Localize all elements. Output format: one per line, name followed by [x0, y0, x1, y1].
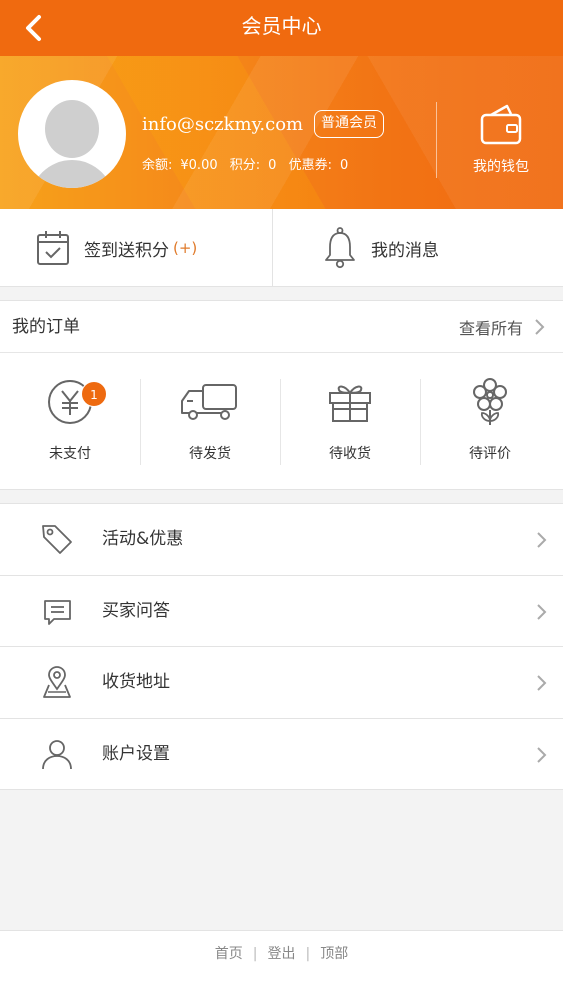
coupons-value: 0 — [339, 158, 349, 173]
wallet-label: 我的钱包 — [473, 159, 529, 175]
tag-icon — [42, 525, 72, 554]
wallet-button[interactable]: 我的钱包 — [455, 102, 547, 182]
points-label: 积分: — [229, 158, 261, 173]
balance-value: ¥0.00 — [180, 158, 218, 173]
chevron-right-icon — [537, 603, 547, 620]
bell-icon — [325, 227, 355, 269]
view-all-orders-link[interactable]: 查看所有 — [459, 301, 549, 353]
account-stats: 余额: ¥0.00 积分: 0 优惠券: 0 — [142, 154, 356, 173]
checkin-plus: (+) — [173, 239, 198, 257]
order-unpaid-label: 未支付 — [49, 446, 91, 462]
menu-item-qa[interactable]: 买家问答 — [0, 576, 563, 647]
chat-icon — [44, 599, 71, 625]
footer-separator: | — [252, 946, 258, 962]
menu-item-label: 收货地址 — [102, 672, 170, 692]
header-divider — [436, 102, 437, 178]
calendar-check-icon — [37, 231, 69, 265]
chevron-right-icon — [535, 319, 545, 335]
messages-label: 我的消息 — [371, 240, 439, 261]
unpaid-count-badge: 1 — [81, 381, 107, 407]
avatar-head-shape — [45, 100, 99, 158]
footer-separator: | — [305, 946, 311, 962]
order-to-review-label: 待评价 — [469, 446, 511, 462]
footer-logout-link[interactable]: 登出 — [268, 946, 296, 962]
footer-home-link[interactable]: 首页 — [215, 946, 243, 962]
checkin-label: 签到送积分 — [84, 240, 169, 261]
order-status-grid: 1 未支付 待发货 待收货 待评价 — [0, 353, 563, 490]
view-all-label: 查看所有 — [458, 319, 523, 338]
location-icon — [43, 666, 71, 698]
footer: 首页 | 登出 | 顶部 — [0, 930, 563, 1000]
order-unpaid[interactable]: 1 未支付 — [0, 353, 140, 490]
footer-top-link[interactable]: 顶部 — [320, 946, 348, 962]
gift-box-icon — [329, 385, 371, 422]
member-level-badge: 普通会员 — [314, 110, 384, 138]
menu-item-address[interactable]: 收货地址 — [0, 647, 563, 719]
flower-icon — [473, 378, 507, 425]
menu-item-label: 账户设置 — [102, 743, 170, 764]
chevron-right-icon — [537, 532, 547, 548]
chevron-right-icon — [537, 675, 547, 691]
avatar-body-shape — [30, 160, 114, 188]
truck-icon — [181, 384, 237, 420]
coupons-label: 优惠券: — [288, 158, 332, 173]
order-to-ship[interactable]: 待发货 — [140, 353, 280, 490]
order-to-receive[interactable]: 待收货 — [280, 353, 420, 490]
order-to-receive-label: 待收货 — [329, 446, 371, 462]
quick-actions: 签到送积分 (+) 我的消息 — [0, 209, 563, 287]
order-to-ship-label: 待发货 — [189, 446, 231, 462]
menu-item-account-settings[interactable]: 账户设置 — [0, 719, 563, 790]
footer-links: 首页 | 登出 | 顶部 — [0, 943, 563, 963]
wallet-icon — [480, 104, 522, 145]
order-to-review[interactable]: 待评价 — [420, 353, 560, 490]
user-email: info@sczkmy.com — [142, 114, 304, 135]
menu-item-promotions[interactable]: 活动&优惠 — [0, 504, 563, 576]
top-nav-bar: 会员中心 — [0, 0, 563, 56]
chevron-right-icon — [537, 746, 547, 763]
profile-header: info@sczkmy.com 普通会员 余额: ¥0.00 积分: 0 优惠券: 0… — [0, 56, 563, 209]
avatar[interactable] — [18, 80, 126, 188]
page-title: 会员中心 — [241, 14, 322, 38]
balance-label: 余额: — [142, 158, 173, 173]
orders-header: 我的订单 查看所有 — [0, 300, 563, 353]
menu-item-label: 活动&优惠 — [102, 529, 184, 549]
checkin-button[interactable]: 签到送积分 (+) — [0, 209, 272, 287]
orders-title: 我的订单 — [12, 317, 80, 337]
points-value: 0 — [268, 158, 277, 173]
menu-item-label: 买家问答 — [102, 600, 170, 621]
messages-button[interactable]: 我的消息 — [273, 209, 563, 287]
user-icon — [42, 739, 72, 769]
menu-list: 活动&优惠 买家问答 收货地址 账户设置 — [0, 503, 563, 790]
